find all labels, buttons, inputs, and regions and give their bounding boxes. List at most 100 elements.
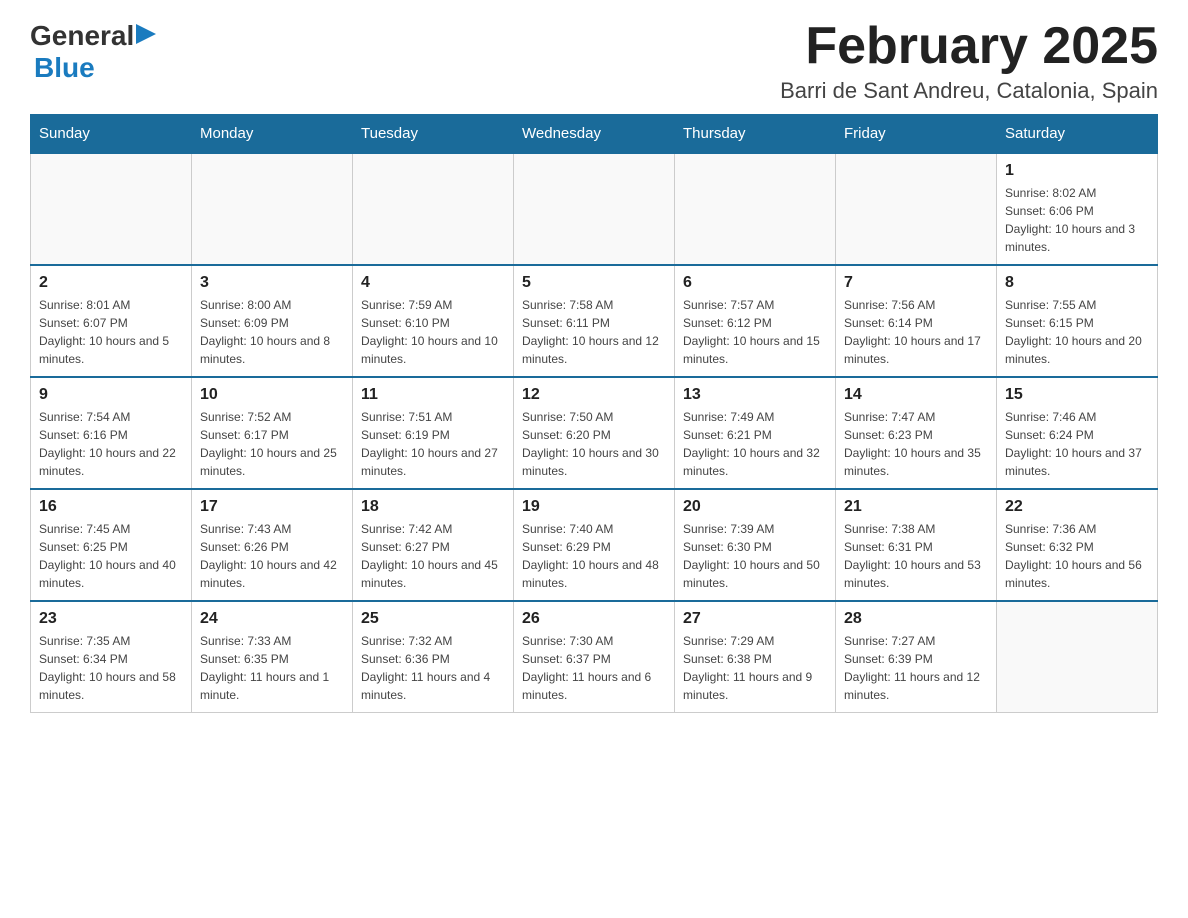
calendar-cell — [514, 153, 675, 265]
calendar-body: 1Sunrise: 8:02 AMSunset: 6:06 PMDaylight… — [31, 153, 1158, 713]
day-number: 11 — [361, 386, 505, 404]
calendar-cell: 25 Sunrise: 7:32 AMSunset: 6:36 PMDayligh… — [353, 601, 514, 713]
calendar-week-row: 16 Sunrise: 7:45 AMSunset: 6:25 PMDayligh… — [31, 489, 1158, 601]
calendar-cell: 27 Sunrise: 7:29 AMSunset: 6:38 PMDayligh… — [675, 601, 836, 713]
calendar-cell: 13 Sunrise: 7:49 AMSunset: 6:21 PMDayligh… — [675, 377, 836, 489]
logo-general-text: General — [30, 20, 134, 52]
sun-info: Sunrise: 7:29 AMSunset: 6:38 PMDaylight:… — [683, 632, 827, 704]
calendar-cell: 11 Sunrise: 7:51 AMSunset: 6:19 PMDayligh… — [353, 377, 514, 489]
calendar-cell: 9Sunrise: 7:54 AMSunset: 6:16 PMDaylight… — [31, 377, 192, 489]
calendar-week-row: 9Sunrise: 7:54 AMSunset: 6:16 PMDaylight… — [31, 377, 1158, 489]
calendar-cell: 19 Sunrise: 7:40 AMSunset: 6:29 PMDayligh… — [514, 489, 675, 601]
sun-info: Sunrise: 7:55 AMSunset: 6:15 PMDaylight:… — [1005, 296, 1149, 368]
sun-info: Sunrise: 7:51 AMSunset: 6:19 PMDaylight:… — [361, 408, 505, 480]
day-number: 20 — [683, 498, 827, 516]
day-number: 7 — [844, 274, 988, 292]
day-number: 3 — [200, 274, 344, 292]
calendar-cell: 18Sunrise: 7:42 AMSunset: 6:27 PMDayligh… — [353, 489, 514, 601]
calendar-cell — [192, 153, 353, 265]
calendar-cell: 26Sunrise: 7:30 AMSunset: 6:37 PMDayligh… — [514, 601, 675, 713]
day-of-week-header: Tuesday — [353, 115, 514, 154]
logo-blue-text: Blue — [34, 52, 95, 83]
day-number: 13 — [683, 386, 827, 404]
day-number: 24 — [200, 610, 344, 628]
day-number: 22 — [1005, 498, 1149, 516]
calendar-cell: 1Sunrise: 8:02 AMSunset: 6:06 PMDaylight… — [997, 153, 1158, 265]
day-of-week-header: Monday — [192, 115, 353, 154]
day-number: 5 — [522, 274, 666, 292]
sun-info: Sunrise: 7:32 AMSunset: 6:36 PMDaylight:… — [361, 632, 505, 704]
sun-info: Sunrise: 7:57 AMSunset: 6:12 PMDaylight:… — [683, 296, 827, 368]
day-number: 26 — [522, 610, 666, 628]
calendar-cell — [353, 153, 514, 265]
calendar-cell: 12Sunrise: 7:50 AMSunset: 6:20 PMDayligh… — [514, 377, 675, 489]
calendar-cell: 4 Sunrise: 7:59 AMSunset: 6:10 PMDaylight… — [353, 265, 514, 377]
day-of-week-header: Thursday — [675, 115, 836, 154]
month-title: February 2025 — [780, 20, 1158, 72]
day-number: 14 — [844, 386, 988, 404]
calendar-week-row: 1Sunrise: 8:02 AMSunset: 6:06 PMDaylight… — [31, 153, 1158, 265]
day-number: 18 — [361, 498, 505, 516]
day-of-week-header: Saturday — [997, 115, 1158, 154]
calendar-cell: 16 Sunrise: 7:45 AMSunset: 6:25 PMDayligh… — [31, 489, 192, 601]
calendar-cell: 20 Sunrise: 7:39 AMSunset: 6:30 PMDayligh… — [675, 489, 836, 601]
sun-info: Sunrise: 7:43 AMSunset: 6:26 PMDaylight:… — [200, 520, 344, 592]
sun-info: Sunrise: 7:59 AMSunset: 6:10 PMDaylight:… — [361, 296, 505, 368]
calendar-cell — [997, 601, 1158, 713]
day-number: 10 — [200, 386, 344, 404]
calendar-cell: 23 Sunrise: 7:35 AMSunset: 6:34 PMDayligh… — [31, 601, 192, 713]
day-number: 21 — [844, 498, 988, 516]
sun-info: Sunrise: 7:33 AMSunset: 6:35 PMDaylight:… — [200, 632, 344, 704]
day-number: 8 — [1005, 274, 1149, 292]
day-of-week-header: Friday — [836, 115, 997, 154]
sun-info: Sunrise: 7:58 AMSunset: 6:11 PMDaylight:… — [522, 296, 666, 368]
calendar-cell: 10 Sunrise: 7:52 AMSunset: 6:17 PMDayligh… — [192, 377, 353, 489]
calendar-cell: 14 Sunrise: 7:47 AMSunset: 6:23 PMDayligh… — [836, 377, 997, 489]
calendar-cell — [836, 153, 997, 265]
day-number: 19 — [522, 498, 666, 516]
day-number: 25 — [361, 610, 505, 628]
day-number: 12 — [522, 386, 666, 404]
sun-info: Sunrise: 7:47 AMSunset: 6:23 PMDaylight:… — [844, 408, 988, 480]
calendar-cell: 3 Sunrise: 8:00 AMSunset: 6:09 PMDaylight… — [192, 265, 353, 377]
sun-info: Sunrise: 7:49 AMSunset: 6:21 PMDaylight:… — [683, 408, 827, 480]
calendar-cell: 7 Sunrise: 7:56 AMSunset: 6:14 PMDaylight… — [836, 265, 997, 377]
sun-info: Sunrise: 7:56 AMSunset: 6:14 PMDaylight:… — [844, 296, 988, 368]
day-number: 1 — [1005, 162, 1149, 180]
day-number: 15 — [1005, 386, 1149, 404]
title-section: February 2025 Barri de Sant Andreu, Cata… — [780, 20, 1158, 104]
calendar-cell: 21Sunrise: 7:38 AMSunset: 6:31 PMDayligh… — [836, 489, 997, 601]
calendar-cell: 17 Sunrise: 7:43 AMSunset: 6:26 PMDayligh… — [192, 489, 353, 601]
day-number: 6 — [683, 274, 827, 292]
day-number: 16 — [39, 498, 183, 516]
calendar-cell — [31, 153, 192, 265]
sun-info: Sunrise: 7:27 AMSunset: 6:39 PMDaylight:… — [844, 632, 988, 704]
sun-info: Sunrise: 7:40 AMSunset: 6:29 PMDaylight:… — [522, 520, 666, 592]
calendar-cell: 28Sunrise: 7:27 AMSunset: 6:39 PMDayligh… — [836, 601, 997, 713]
sun-info: Sunrise: 7:36 AMSunset: 6:32 PMDaylight:… — [1005, 520, 1149, 592]
day-of-week-header: Wednesday — [514, 115, 675, 154]
calendar-cell: 6 Sunrise: 7:57 AMSunset: 6:12 PMDaylight… — [675, 265, 836, 377]
page-header: General Blue February 2025 Barri de Sant… — [30, 20, 1158, 104]
day-number: 17 — [200, 498, 344, 516]
sun-info: Sunrise: 8:00 AMSunset: 6:09 PMDaylight:… — [200, 296, 344, 368]
location-subtitle: Barri de Sant Andreu, Catalonia, Spain — [780, 78, 1158, 104]
day-number: 23 — [39, 610, 183, 628]
sun-info: Sunrise: 7:35 AMSunset: 6:34 PMDaylight:… — [39, 632, 183, 704]
calendar-table: SundayMondayTuesdayWednesdayThursdayFrid… — [30, 114, 1158, 713]
calendar-week-row: 23 Sunrise: 7:35 AMSunset: 6:34 PMDayligh… — [31, 601, 1158, 713]
sun-info: Sunrise: 7:54 AMSunset: 6:16 PMDaylight:… — [39, 408, 183, 480]
day-number: 27 — [683, 610, 827, 628]
calendar-week-row: 2 Sunrise: 8:01 AMSunset: 6:07 PMDaylight… — [31, 265, 1158, 377]
sun-info: Sunrise: 7:45 AMSunset: 6:25 PMDaylight:… — [39, 520, 183, 592]
sun-info: Sunrise: 8:01 AMSunset: 6:07 PMDaylight:… — [39, 296, 183, 368]
calendar-cell: 22 Sunrise: 7:36 AMSunset: 6:32 PMDayligh… — [997, 489, 1158, 601]
calendar-cell: 5 Sunrise: 7:58 AMSunset: 6:11 PMDaylight… — [514, 265, 675, 377]
day-number: 2 — [39, 274, 183, 292]
calendar-header-row: SundayMondayTuesdayWednesdayThursdayFrid… — [31, 115, 1158, 154]
sun-info: Sunrise: 7:39 AMSunset: 6:30 PMDaylight:… — [683, 520, 827, 592]
logo: General Blue — [30, 20, 156, 84]
day-of-week-header: Sunday — [31, 115, 192, 154]
day-number: 4 — [361, 274, 505, 292]
sun-info: Sunrise: 7:52 AMSunset: 6:17 PMDaylight:… — [200, 408, 344, 480]
